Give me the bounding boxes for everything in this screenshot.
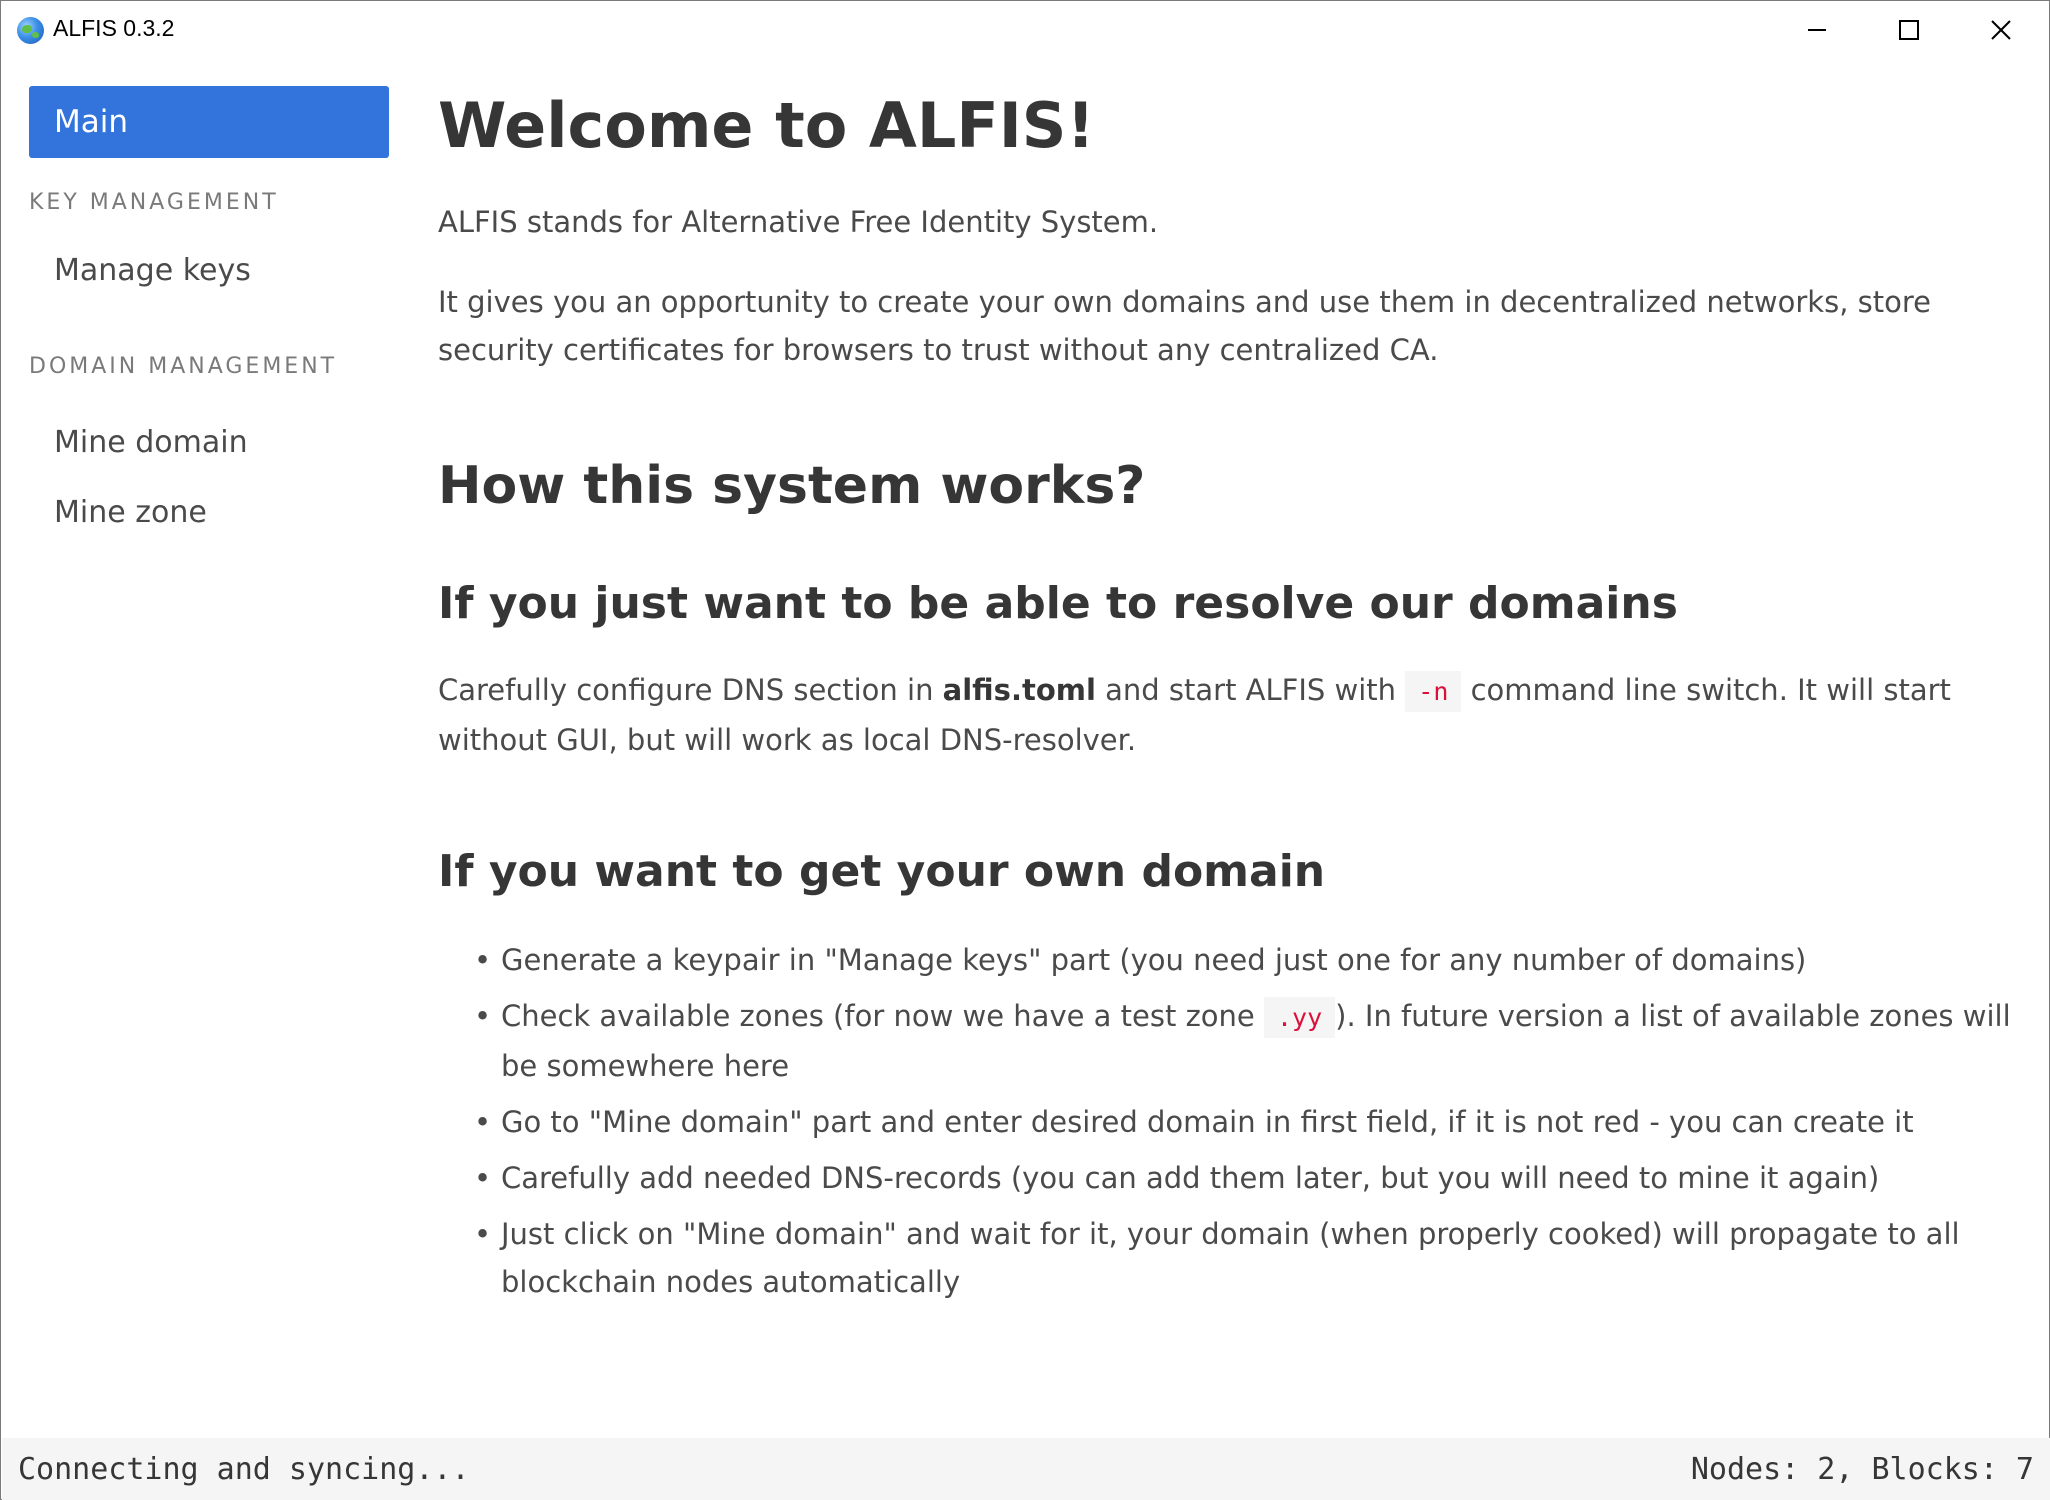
maximize-icon [1899, 20, 1919, 40]
page-title: Welcome to ALFIS! [438, 89, 1095, 162]
sidebar-item-mine-zone[interactable]: Mine zone [29, 495, 391, 530]
resolve-paragraph: Carefully configure DNS section in alfis… [438, 666, 2018, 764]
list-item: Generate a keypair in "Manage keys" part… [474, 936, 2018, 984]
close-icon [1991, 20, 2011, 40]
main-content: Welcome to ALFIS! ALFIS stands for Alter… [438, 86, 2018, 1314]
title-bar[interactable]: ALFIS 0.3.2 [1, 1, 2049, 59]
step2-text-a: Check available zones (for now we have a… [501, 999, 1264, 1033]
status-bar: Connecting and syncing... Nodes: 2, Bloc… [2, 1438, 2050, 1500]
menu-label-domain-management: DOMAIN MANAGEMENT [29, 354, 338, 379]
globe-icon [17, 17, 44, 44]
app-window: ALFIS 0.3.2 Main KEY MANAGEMENT Manage k… [0, 0, 2050, 1500]
close-button[interactable] [1955, 1, 2047, 59]
minimize-icon [1808, 29, 1826, 31]
sidebar-item-main[interactable]: Main [29, 86, 389, 158]
sidebar-item-mine-domain[interactable]: Mine domain [29, 425, 391, 460]
how-it-works-heading: How this system works? [438, 456, 1146, 516]
sidebar-menu: Main KEY MANAGEMENT Manage keys DOMAIN M… [29, 86, 391, 530]
node-block-counter: Nodes: 2, Blocks: 7 [1690, 1452, 2034, 1487]
zone-code: .yy [1263, 997, 1336, 1038]
sidebar-item-manage-keys[interactable]: Manage keys [29, 253, 391, 288]
list-item: Just click on "Mine domain" and wait for… [474, 1210, 2018, 1306]
resolve-text-2: and start ALFIS with [1095, 673, 1406, 707]
cli-flag-code: -n [1405, 671, 1462, 712]
minimize-button[interactable] [1771, 1, 1863, 59]
description-paragraph: It gives you an opportunity to create yo… [438, 285, 1931, 367]
list-item: Check available zones (for now we have a… [474, 992, 2018, 1090]
list-item: Carefully add needed DNS-records (you ca… [474, 1154, 2018, 1202]
maximize-button[interactable] [1863, 1, 1955, 59]
own-domain-heading: If you want to get your own domain [438, 846, 1326, 897]
list-item: Go to "Mine domain" part and enter desir… [474, 1098, 2018, 1146]
resolve-text-1: Carefully configure DNS section in [438, 673, 943, 707]
status-text: Connecting and syncing... [18, 1452, 470, 1487]
steps-list: Generate a keypair in "Manage keys" part… [474, 936, 2018, 1306]
menu-label-key-management: KEY MANAGEMENT [29, 190, 279, 215]
resolve-domains-heading: If you just want to be able to resolve o… [438, 578, 1678, 629]
config-file-name: alfis.toml [942, 673, 1096, 707]
window-title: ALFIS 0.3.2 [53, 15, 175, 41]
intro-paragraph: ALFIS stands for Alternative Free Identi… [438, 205, 1159, 239]
